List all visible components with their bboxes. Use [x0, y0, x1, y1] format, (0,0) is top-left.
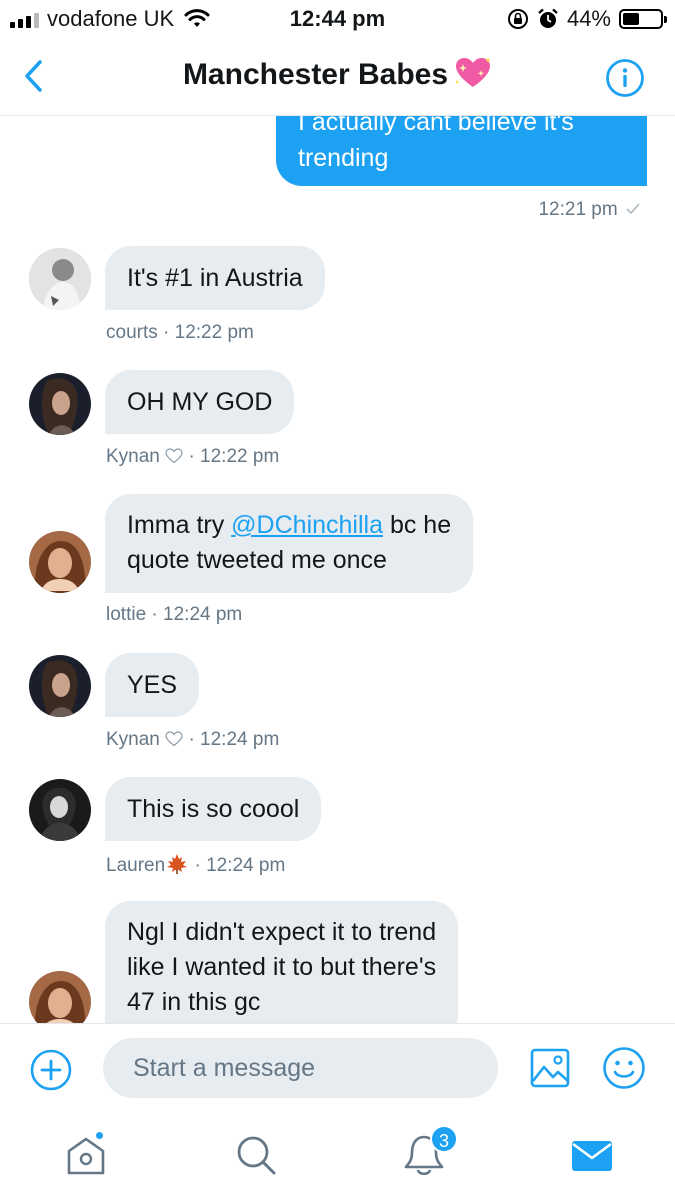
info-button[interactable] [605, 58, 645, 98]
message-author[interactable]: Kynan [106, 446, 160, 467]
message-line-1: Imma try @DChinchilla bc he [127, 508, 451, 543]
heart-outline-icon [165, 731, 183, 747]
heart-outline-icon [165, 448, 183, 464]
message-bubble[interactable]: It's #1 in Austria [105, 246, 325, 310]
meta-separator: · [151, 604, 158, 625]
avatar[interactable] [29, 655, 91, 717]
message-text: This is so coool [127, 795, 300, 823]
sparkling-heart-emoji-icon [455, 58, 491, 87]
conversation-title: Manchester Babes [182, 58, 449, 91]
add-media-button[interactable] [30, 1049, 72, 1091]
alarm-icon [538, 8, 558, 28]
message-bubble[interactable]: Ngl I didn't expect it to trend like I w… [105, 901, 459, 1023]
message-author[interactable]: courts [106, 322, 158, 343]
message-author[interactable]: lottie [106, 604, 146, 625]
message-meta: lottie · 12:24 pm [106, 604, 242, 626]
status-bar: vodafone UK 12:44 pm 44% [0, 0, 675, 38]
message-list[interactable]: I actually cant believe it's trending 12… [0, 116, 675, 1023]
conversation-title-wrapper[interactable]: Manchester Babes [0, 56, 675, 92]
maple-leaf-emoji-icon [167, 854, 188, 874]
message-meta: Kynan · 12:24 pm [106, 729, 279, 751]
avatar[interactable] [29, 248, 91, 310]
meta-separator: · [188, 729, 195, 750]
rotation-lock-icon [507, 9, 528, 29]
meta-separator: · [194, 855, 201, 876]
message-bubble[interactable]: YES [105, 653, 200, 717]
own-message-bubble[interactable]: I actually cant believe it's trending [276, 116, 647, 186]
search-tab[interactable] [234, 1133, 278, 1177]
check-icon [626, 203, 640, 215]
message-meta: courts · 12:22 pm [106, 322, 254, 344]
meta-separator: · [163, 322, 170, 343]
avatar[interactable] [29, 373, 91, 435]
message-text: It's #1 in Austria [127, 264, 303, 292]
home-notification-dot [94, 1130, 105, 1141]
own-message-time: 12:21 pm [538, 199, 618, 220]
message-author[interactable]: Lauren [106, 855, 165, 876]
battery-icon [619, 9, 667, 29]
message-bubble[interactable]: This is so coool [105, 777, 322, 841]
message-author[interactable]: Kynan [106, 729, 160, 750]
battery-percent: 44% [566, 6, 611, 31]
own-message-line-1: I actually cant believe it's [298, 116, 574, 136]
message-time: 12:22 pm [200, 446, 280, 467]
message-line-2: quote tweeted me once [127, 546, 387, 574]
own-message-meta: 12:21 pm [538, 199, 641, 221]
message-text-before: Imma try [127, 511, 232, 539]
message-meta: Kynan · 12:22 pm [106, 446, 279, 468]
message-composer: Start a message [0, 1023, 675, 1113]
status-right: 44% [507, 6, 667, 32]
message-text: OH MY GOD [127, 388, 273, 416]
message-bubble[interactable]: Imma try @DChinchilla bc he quote tweete… [105, 494, 474, 593]
own-message-line-2: trending [298, 144, 389, 172]
message-bubble[interactable]: OH MY GOD [105, 370, 295, 434]
message-text: YES [127, 671, 178, 699]
message-time: 12:24 pm [200, 729, 280, 750]
meta-separator: · [188, 446, 195, 467]
message-meta: Lauren · 12:24 pm [106, 853, 285, 877]
tab-bar: 3 [0, 1113, 675, 1200]
messages-tab[interactable] [570, 1133, 614, 1177]
message-input[interactable]: Start a message [103, 1038, 498, 1098]
conversation-header: Manchester Babes [0, 38, 675, 116]
emoji-button[interactable] [602, 1046, 646, 1090]
avatar[interactable] [29, 531, 91, 593]
message-time: 12:22 pm [174, 322, 254, 343]
message-line-2: like I wanted it to but there's [127, 953, 437, 981]
notification-count-badge: 3 [430, 1125, 458, 1153]
avatar[interactable] [29, 779, 91, 841]
mention-link[interactable]: @DChinchilla [231, 511, 383, 539]
avatar[interactable] [29, 971, 91, 1023]
message-text-after: bc he [383, 511, 452, 539]
message-time: 12:24 pm [206, 855, 286, 876]
message-line-3: 47 in this gc [127, 988, 261, 1016]
message-line-1: Ngl I didn't expect it to trend [127, 918, 437, 946]
message-time: 12:24 pm [163, 604, 243, 625]
image-button[interactable] [530, 1048, 570, 1088]
